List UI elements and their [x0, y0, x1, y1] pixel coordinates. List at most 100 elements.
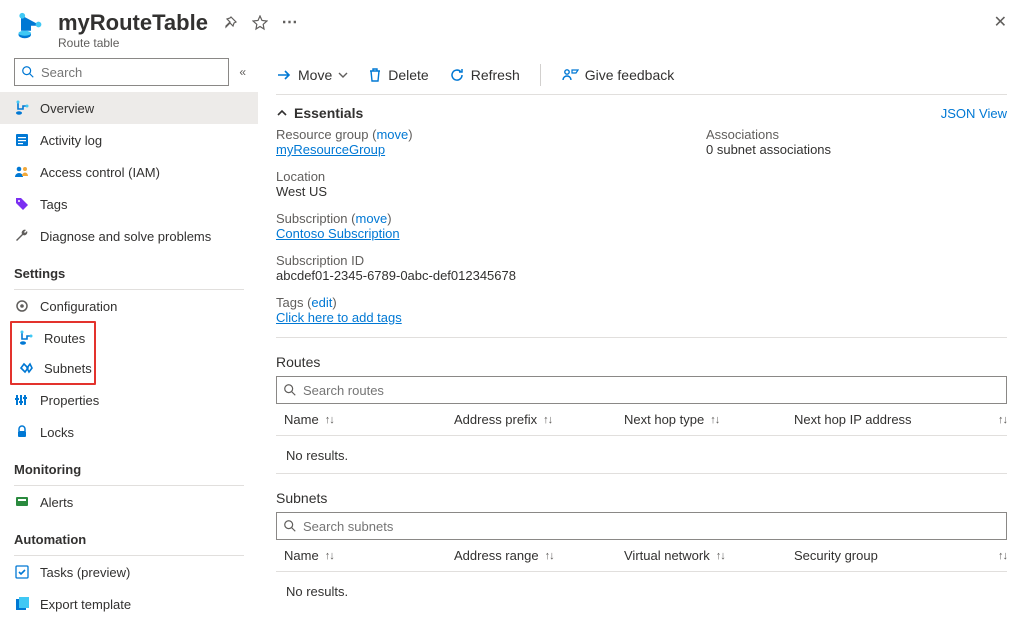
sidebar-item-iam[interactable]: Access control (IAM): [0, 156, 258, 188]
command-bar: Move Delete Refresh Give feedback: [276, 54, 1007, 95]
lock-icon: [14, 424, 30, 440]
more-icon[interactable]: ⋯: [280, 13, 300, 33]
sidebar-item-label: Export template: [40, 597, 131, 612]
subnets-col-nsg[interactable]: Security group↑↓: [794, 548, 1007, 563]
sidebar: « Overview Activity log Access control (…: [0, 54, 258, 636]
tags-edit-link[interactable]: edit: [311, 295, 332, 310]
resource-group-link[interactable]: myResourceGroup: [276, 142, 385, 157]
chevron-down-icon: [338, 70, 348, 80]
json-view-link[interactable]: JSON View: [941, 106, 1007, 121]
page-subtitle: Route table: [58, 36, 1009, 50]
sort-icon: ↑↓: [543, 414, 552, 426]
routes-col-nexthop-ip[interactable]: Next hop IP address↑↓: [794, 412, 1007, 427]
essentials-title: Essentials: [294, 105, 363, 121]
page-title: myRouteTable: [58, 10, 208, 36]
sidebar-item-diagnose[interactable]: Diagnose and solve problems: [0, 220, 258, 252]
blade-header: myRouteTable ⋯ Route table ✕: [0, 0, 1025, 54]
refresh-icon: [449, 67, 465, 83]
refresh-button[interactable]: Refresh: [449, 67, 520, 83]
sidebar-item-label: Routes: [44, 331, 85, 346]
subnets-col-name[interactable]: Name↑↓: [284, 548, 454, 563]
essentials-toggle[interactable]: Essentials: [276, 105, 363, 121]
sidebar-item-label: Access control (IAM): [40, 165, 160, 180]
chevron-up-icon: [276, 107, 288, 119]
sidebar-item-routes[interactable]: Routes: [12, 323, 94, 353]
subscription-move-link[interactable]: move: [356, 211, 388, 226]
routetable-icon: [14, 10, 48, 44]
sidebar-item-label: Locks: [40, 425, 74, 440]
routes-search[interactable]: [276, 376, 1007, 404]
subnets-search[interactable]: [276, 512, 1007, 540]
feedback-label: Give feedback: [585, 67, 675, 83]
routes-col-nexthop-type[interactable]: Next hop type↑↓: [624, 412, 794, 427]
refresh-label: Refresh: [471, 67, 520, 83]
arrow-right-icon: [276, 67, 292, 83]
sidebar-item-label: Activity log: [40, 133, 102, 148]
trash-icon: [368, 67, 382, 83]
collapse-sidebar-icon[interactable]: «: [235, 65, 250, 79]
sidebar-item-tags[interactable]: Tags: [0, 188, 258, 220]
sort-icon: ↑↓: [325, 550, 334, 562]
sidebar-item-overview[interactable]: Overview: [0, 92, 258, 124]
sidebar-item-label: Tasks (preview): [40, 565, 130, 580]
close-icon[interactable]: ✕: [994, 12, 1007, 32]
routes-table-header: Name↑↓ Address prefix↑↓ Next hop type↑↓ …: [276, 404, 1007, 436]
main-content: Move Delete Refresh Give feedback: [258, 54, 1025, 636]
sidebar-item-alerts[interactable]: Alerts: [0, 486, 258, 518]
log-icon: [14, 132, 30, 148]
subscription-id-label: Subscription ID: [276, 253, 646, 268]
subscription-link[interactable]: Contoso Subscription: [276, 226, 400, 241]
resource-group-move-link[interactable]: move: [376, 127, 408, 142]
sidebar-group-settings: Settings: [0, 252, 258, 285]
routes-col-prefix[interactable]: Address prefix↑↓: [454, 412, 624, 427]
tags-add-link[interactable]: Click here to add tags: [276, 310, 402, 325]
sidebar-item-tasks[interactable]: Tasks (preview): [0, 556, 258, 588]
move-button[interactable]: Move: [276, 67, 348, 83]
sort-icon: ↑↓: [325, 414, 334, 426]
subnets-search-input[interactable]: [303, 519, 1000, 534]
routetable-icon: [14, 100, 30, 116]
sort-icon: ↑↓: [998, 550, 1007, 562]
sort-icon: ↑↓: [710, 414, 719, 426]
sidebar-search-input[interactable]: [41, 65, 222, 80]
search-icon: [283, 519, 297, 533]
feedback-button[interactable]: Give feedback: [561, 67, 675, 83]
subnets-icon: [18, 360, 34, 376]
alerts-icon: [14, 494, 30, 510]
subnets-col-vnet[interactable]: Virtual network↑↓: [624, 548, 794, 563]
subscription-id-value: abcdef01-2345-6789-0abc-def012345678: [276, 268, 646, 283]
props-icon: [14, 392, 30, 408]
sidebar-item-subnets[interactable]: Subnets: [12, 353, 94, 383]
sidebar-item-label: Subnets: [44, 361, 92, 376]
sidebar-search[interactable]: [14, 58, 229, 86]
highlighted-nav-items: Routes Subnets: [10, 321, 96, 385]
location-label: Location: [276, 169, 646, 184]
feedback-icon: [561, 67, 579, 83]
tags-label: Tags (edit): [276, 295, 646, 310]
search-icon: [283, 383, 297, 397]
subnets-table-header: Name↑↓ Address range↑↓ Virtual network↑↓…: [276, 540, 1007, 572]
sidebar-group-monitoring: Monitoring: [0, 448, 258, 481]
pin-icon[interactable]: [220, 13, 240, 33]
sidebar-item-activity-log[interactable]: Activity log: [0, 124, 258, 156]
sidebar-item-label: Configuration: [40, 299, 117, 314]
subnets-title: Subnets: [276, 474, 1007, 510]
wrench-icon: [14, 228, 30, 244]
sidebar-item-locks[interactable]: Locks: [0, 416, 258, 448]
subnets-empty: No results.: [276, 572, 1007, 609]
routetable-icon: [18, 330, 34, 346]
sort-icon: ↑↓: [998, 414, 1007, 426]
separator: [540, 64, 541, 86]
sidebar-item-export-template[interactable]: Export template: [0, 588, 258, 620]
delete-button[interactable]: Delete: [368, 67, 428, 83]
routes-title: Routes: [276, 338, 1007, 374]
subnets-col-range[interactable]: Address range↑↓: [454, 548, 624, 563]
gear-icon: [14, 298, 30, 314]
sort-icon: ↑↓: [545, 550, 554, 562]
sidebar-item-properties[interactable]: Properties: [0, 384, 258, 416]
routes-search-input[interactable]: [303, 383, 1000, 398]
star-icon[interactable]: [250, 13, 270, 33]
routes-col-name[interactable]: Name↑↓: [284, 412, 454, 427]
tag-icon: [14, 196, 30, 212]
sidebar-item-configuration[interactable]: Configuration: [0, 290, 258, 322]
